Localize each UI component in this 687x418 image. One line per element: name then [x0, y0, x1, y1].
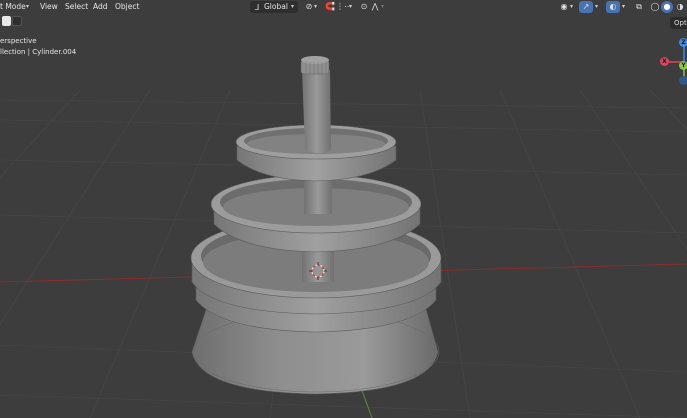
3d-viewport[interactable]: t Mode ▾ View Select Add Object ⅃ Global… — [0, 0, 687, 418]
cylinder-model — [190, 56, 442, 395]
material-preview-icon[interactable]: ◑ — [675, 2, 685, 12]
snap-increment-icon[interactable]: ⋮⋯ — [336, 2, 352, 12]
viewport-header: t Mode ▾ View Select Add Object ⅃ Global… — [0, 0, 687, 15]
scene-canvas[interactable] — [0, 0, 687, 418]
chevron-down-icon[interactable]: ▾ — [595, 2, 598, 12]
gizmo-x-axis[interactable]: X — [660, 57, 669, 66]
proportional-editing-icon[interactable]: ⊙ — [359, 2, 369, 12]
options-tab[interactable]: Opt — [670, 17, 687, 29]
falloff-curve-icon[interactable]: ⋀ — [370, 2, 380, 12]
chevron-down-icon: ▾ — [291, 3, 295, 10]
snap-icon[interactable]: 🧲 — [325, 2, 335, 12]
orientation-axes-icon: ⅃ — [254, 3, 260, 12]
gizmo-y-axis[interactable]: Y — [679, 61, 687, 70]
pivot-point-icon[interactable]: ⊘ — [304, 2, 314, 12]
menu-view[interactable]: View — [40, 2, 58, 12]
chevron-down-icon[interactable]: ▾ — [349, 2, 352, 12]
select-box-mode-button[interactable] — [2, 16, 11, 26]
mode-selector[interactable]: t Mode — [0, 2, 26, 12]
view-perspective-label: erspective — [0, 37, 37, 45]
menu-object[interactable]: Object — [115, 2, 139, 12]
menu-select[interactable]: Select — [65, 2, 88, 12]
gizmo-z-axis[interactable]: Z — [679, 38, 687, 47]
gizmo-icon: ↗ — [582, 2, 590, 11]
chevron-down-icon[interactable]: ▾ — [622, 2, 625, 12]
chevron-down-icon[interactable]: ▾ — [570, 2, 573, 12]
wireframe-shading-icon[interactable]: ◯ — [650, 2, 660, 12]
chevron-down-icon[interactable]: ▾ — [26, 2, 29, 12]
visibility-icon[interactable]: ◉ — [558, 2, 570, 12]
transform-orientation-dropdown[interactable]: ⅃ Global ▾ — [250, 1, 298, 13]
menu-add[interactable]: Add — [93, 2, 108, 12]
overlays-icon: ◐ — [609, 2, 617, 11]
gizmo-neg-z-axis[interactable] — [679, 76, 687, 85]
solid-shading-icon: ● — [663, 2, 671, 11]
xray-toggle-icon[interactable]: ⧉ — [634, 2, 644, 12]
collection-object-label: llection | Cylinder.004 — [0, 48, 77, 56]
chevron-down-icon[interactable]: ▾ — [314, 2, 317, 12]
orientation-label: Global — [264, 2, 288, 11]
chevron-down-icon[interactable]: ▾ — [381, 2, 384, 12]
select-extend-mode-button[interactable] — [12, 16, 22, 26]
